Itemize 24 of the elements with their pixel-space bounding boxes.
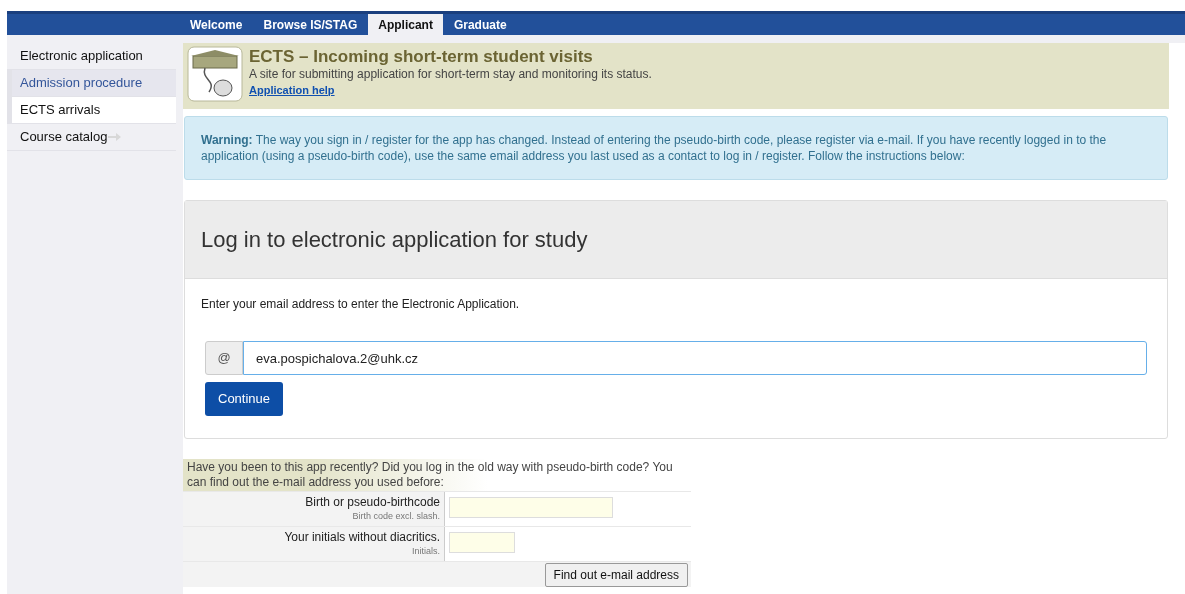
text-field[interactable] — [449, 531, 515, 553]
field-label: Birth or pseudo-birthcode — [305, 495, 440, 510]
page-subtitle: A site for submitting application for short-term stay and monitoring its status. — [249, 67, 652, 82]
continue-button[interactable]: Continue — [205, 382, 284, 416]
arrow-right-icon — [108, 133, 122, 141]
page-title: ECTS – Incoming short-term student visits — [249, 46, 594, 67]
nav-tab[interactable]: Welcome — [180, 14, 253, 35]
nav-tab[interactable]: Graduate — [443, 14, 517, 35]
field-hint: Birth code excl. slash. — [352, 510, 440, 523]
field-label: Your initials without diacritics. — [284, 530, 440, 545]
instruction-text: Enter your email address to enter the Electronic Application. — [201, 296, 521, 313]
warning-alert: Warning: The way you sign in / register for the app has changed. Instead of entering the pseudo-birth code, please register via e-mail. If you have recently logged in to the application (using a pseudo-birth code), use the same email address you last used as a contact to log in / register. Follow the instructions below: — [184, 116, 1168, 180]
nav-tab[interactable]: Browse IS/STAG — [253, 14, 368, 35]
email-addon: @ — [205, 341, 243, 375]
email-field[interactable]: eva.pospichalova.2@uhk.cz — [243, 341, 1147, 375]
field-hint: Initials. — [412, 545, 440, 558]
panel-title: Log in to electronic application for study — [201, 226, 588, 254]
help-link[interactable]: Application help — [249, 82, 335, 99]
nav-tab[interactable]: Applicant — [368, 14, 443, 35]
sidebar-item[interactable]: ECTS arrivals — [7, 97, 176, 124]
sidebar-item[interactable]: Admission procedure — [7, 70, 176, 97]
find-email-button[interactable]: Find out e-mail address — [544, 563, 688, 587]
text-field[interactable] — [449, 496, 613, 518]
building-mouse-icon — [187, 46, 243, 102]
